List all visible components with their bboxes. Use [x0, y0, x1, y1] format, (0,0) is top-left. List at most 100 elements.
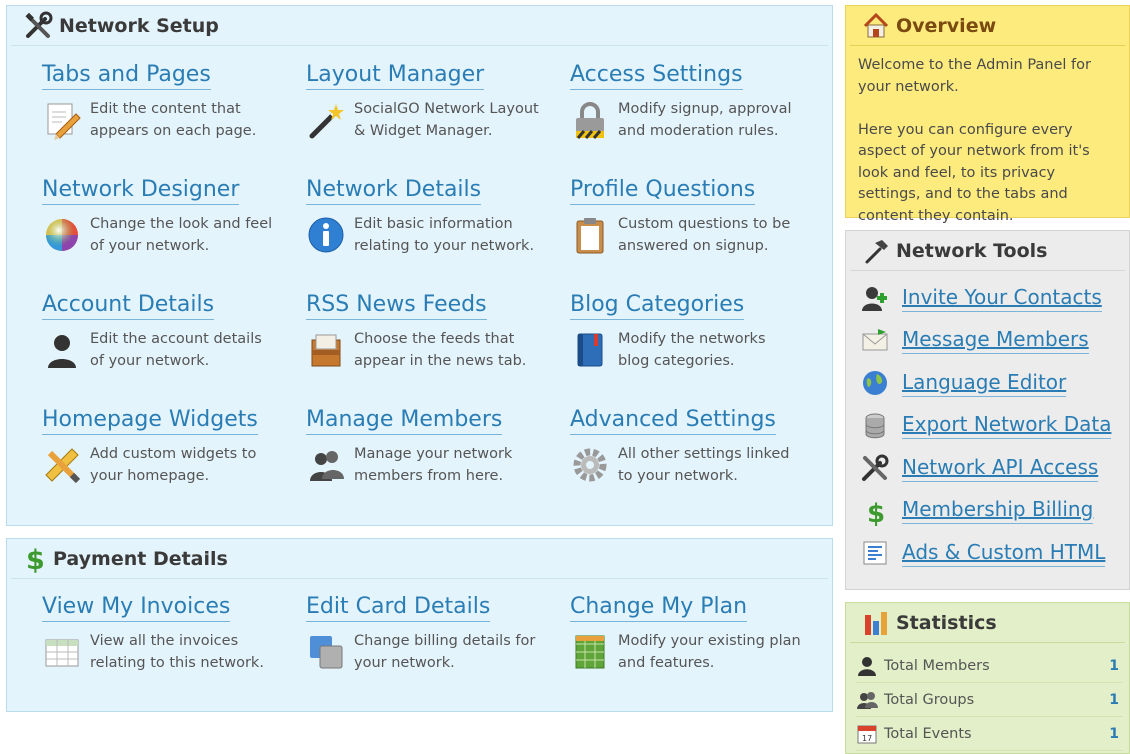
- network-setup-panel: Network Setup Tabs and Pages Edit the con…: [6, 5, 833, 526]
- statistics-title: Statistics: [896, 611, 997, 634]
- tools-icon: [862, 454, 889, 482]
- network-setup-header: Network Setup: [11, 6, 828, 46]
- payment-header: $ Payment Details: [11, 539, 828, 579]
- statistics-header: Statistics: [850, 603, 1125, 643]
- bar-chart-icon: [865, 611, 887, 635]
- ruler-pencil-icon: [45, 448, 81, 484]
- stat-total-members: Total Members 1: [856, 649, 1123, 683]
- tabs-and-pages-description: Edit the content that appears on each pag…: [90, 101, 257, 139]
- tool-network-api-access[interactable]: Network API Access: [846, 447, 1129, 490]
- tool-message-members[interactable]: Message Members: [846, 320, 1129, 363]
- network-designer-description: Change the look and feel of your network.: [90, 216, 273, 254]
- export-network-data-link[interactable]: Export Network Data: [902, 412, 1112, 440]
- member-icon: [858, 656, 876, 676]
- profile-questions-description: Custom questions to be answered on signup…: [618, 216, 791, 254]
- tool-export-network-data[interactable]: Export Network Data: [846, 405, 1129, 448]
- user-icon: [48, 335, 76, 368]
- change-my-plan-link[interactable]: Change My Plan: [570, 594, 748, 622]
- hammer-icon: [865, 239, 888, 263]
- tool-ads-custom-html[interactable]: Ads & Custom HTML: [846, 532, 1129, 575]
- manage-members-link[interactable]: Manage Members: [306, 407, 503, 435]
- network-details-item: Network Details Edit basic information rel…: [306, 177, 556, 257]
- group-icon: [857, 691, 878, 709]
- inbox-tray-icon: [311, 334, 341, 367]
- stat-total-groups: Total Groups 1: [856, 683, 1123, 717]
- payment-title: Payment Details: [53, 547, 228, 570]
- homepage-widgets-link[interactable]: Homepage Widgets: [42, 407, 258, 435]
- network-designer-link[interactable]: Network Designer: [42, 177, 240, 205]
- pencil-page-icon: [47, 103, 81, 140]
- advanced-settings-link[interactable]: Advanced Settings: [570, 407, 776, 435]
- network-api-access-link[interactable]: Network API Access: [902, 455, 1099, 482]
- overview-panel: Overview Welcome to the Admin Panel for …: [845, 5, 1130, 224]
- tool-invite-your-contacts[interactable]: Invite Your Contacts: [846, 277, 1129, 320]
- membership-billing-link[interactable]: Membership Billing: [902, 497, 1094, 525]
- view-my-invoices-item: View My Invoices View all the invoices rel…: [42, 594, 292, 674]
- account-details-link[interactable]: Account Details: [42, 292, 215, 320]
- database-icon: [865, 413, 885, 438]
- tools-header-icon: [25, 11, 53, 38]
- globe-icon: [863, 371, 887, 396]
- svg-text:$: $: [867, 499, 885, 526]
- overview-header: Overview: [850, 6, 1125, 46]
- blog-categories-description: Modify the networks blog categories.: [618, 331, 766, 369]
- profile-questions-item: Profile Questions Custom questions to be a…: [570, 177, 820, 257]
- html-doc-icon: [863, 541, 887, 565]
- network-tools-title: Network Tools: [896, 239, 1048, 262]
- homepage-widgets-description: Add custom widgets to your homepage.: [90, 446, 257, 484]
- language-editor-link[interactable]: Language Editor: [902, 370, 1067, 397]
- tabs-and-pages-item: Tabs and Pages Edit the content that appea…: [42, 62, 292, 142]
- account-details-item: Account Details Edit the account details o…: [42, 292, 292, 372]
- rss-news-feeds-link[interactable]: RSS News Feeds: [306, 292, 487, 320]
- book-icon: [577, 333, 603, 367]
- message-members-link[interactable]: Message Members: [902, 327, 1089, 355]
- manage-members-description: Manage your network members from here.: [354, 446, 513, 484]
- grid-plan-icon: [575, 635, 605, 669]
- calendar-icon: 17: [857, 725, 877, 743]
- ads-custom-html-link[interactable]: Ads & Custom HTML: [902, 540, 1106, 567]
- blog-categories-link[interactable]: Blog Categories: [570, 292, 745, 320]
- overview-description-text: Here you can configure every aspect of y…: [858, 121, 1090, 224]
- stat-label: Total Members: [884, 657, 990, 674]
- view-my-invoices-description: View all the invoices relating to this ne…: [90, 633, 264, 671]
- layout-manager-link[interactable]: Layout Manager: [306, 62, 485, 90]
- network-details-description: Edit basic information relating to your n…: [354, 216, 535, 254]
- svg-text:17: 17: [862, 734, 872, 743]
- change-my-plan-item: Change My Plan Modify your existing plan a…: [570, 594, 820, 674]
- rss-news-feeds-description: Choose the feeds that appear in the news …: [354, 331, 527, 369]
- padlock-icon: [576, 102, 604, 139]
- stat-label: Total Events: [884, 725, 972, 742]
- payment-panel: $ Payment Details View My Invoices View a…: [6, 538, 833, 712]
- access-settings-description: Modify signup, approval and moderation ru…: [618, 101, 792, 139]
- overview-title: Overview: [896, 14, 997, 37]
- profile-questions-link[interactable]: Profile Questions: [570, 177, 756, 205]
- manage-members-item: Manage Members Manage your network members…: [306, 407, 556, 487]
- network-tools-panel: Network Tools Invite Your Contacts Messag…: [845, 230, 1130, 590]
- rss-news-feeds-item: RSS News Feeds Choose the feeds that appea…: [306, 292, 556, 372]
- tool-language-editor[interactable]: Language Editor: [846, 362, 1129, 405]
- access-settings-item: Access Settings Modify signup, approval an…: [570, 62, 820, 142]
- table-icon: [45, 639, 79, 667]
- cards-icon: [310, 636, 343, 669]
- advanced-settings-description: All other settings linked to your network…: [618, 446, 790, 484]
- stat-value[interactable]: 1: [1109, 726, 1119, 742]
- stat-value[interactable]: 1: [1109, 658, 1119, 674]
- invite-your-contacts-link[interactable]: Invite Your Contacts: [902, 285, 1102, 312]
- overview-welcome-text: Welcome to the Admin Panel for your netw…: [858, 57, 1091, 95]
- envelope-icon: [862, 328, 888, 351]
- network-tools-header: Network Tools: [850, 231, 1125, 271]
- dollar-header-icon: $: [26, 545, 45, 574]
- access-settings-link[interactable]: Access Settings: [570, 62, 743, 90]
- view-my-invoices-link[interactable]: View My Invoices: [42, 594, 231, 622]
- tool-membership-billing[interactable]: $ Membership Billing: [846, 490, 1129, 533]
- homepage-widgets-item: Homepage Widgets Add custom widgets to you…: [42, 407, 292, 487]
- users-icon: [310, 451, 344, 481]
- statistics-panel: Statistics Total Members 1 Total Groups 1 17…: [845, 602, 1130, 754]
- edit-card-details-link[interactable]: Edit Card Details: [306, 594, 491, 622]
- layout-manager-description: SocialGO Network Layout & Widget Manager.: [354, 101, 539, 139]
- network-details-link[interactable]: Network Details: [306, 177, 482, 205]
- gear-icon: [573, 448, 607, 482]
- clipboard-icon: [576, 218, 604, 254]
- tabs-and-pages-link[interactable]: Tabs and Pages: [42, 62, 211, 90]
- stat-value[interactable]: 1: [1109, 692, 1119, 708]
